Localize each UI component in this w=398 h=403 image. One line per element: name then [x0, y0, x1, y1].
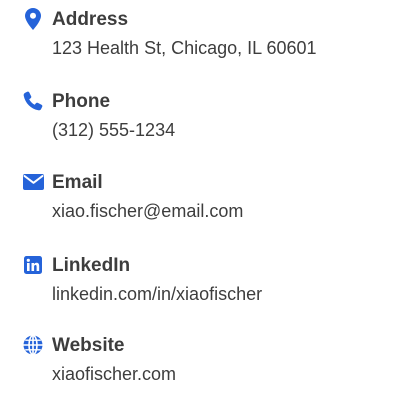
phone-value[interactable]: (312) 555-1234 [52, 117, 175, 143]
contact-item-email: Email xiao.fischer@email.com [0, 170, 398, 240]
website-value[interactable]: xiaofischer.com [52, 361, 176, 387]
linkedin-value[interactable]: linkedin.com/in/xiaofischer [52, 281, 262, 307]
contact-label: LinkedIn [52, 255, 131, 276]
contact-item-address: Address 123 Health St, Chicago, IL 60601 [0, 7, 398, 77]
contact-list: Address 123 Health St, Chicago, IL 60601… [0, 0, 398, 388]
address-value: 123 Health St, Chicago, IL 60601 [52, 38, 317, 58]
contact-label: Address [52, 9, 129, 30]
envelope-icon [22, 171, 44, 193]
globe-icon [22, 334, 44, 356]
contact-item-linkedin: LinkedIn linkedin.com/in/xiaofischer [0, 253, 398, 323]
contact-item-phone: Phone (312) 555-1234 [0, 89, 398, 159]
contact-item-website: Website xiaofischer.com [0, 333, 398, 403]
email-value[interactable]: xiao.fischer@email.com [52, 198, 243, 224]
linkedin-icon [22, 254, 44, 276]
map-pin-icon [22, 8, 44, 30]
contact-label: Email [52, 172, 103, 193]
phone-icon [22, 90, 44, 112]
contact-label: Phone [52, 91, 111, 112]
contact-label: Website [52, 335, 125, 356]
